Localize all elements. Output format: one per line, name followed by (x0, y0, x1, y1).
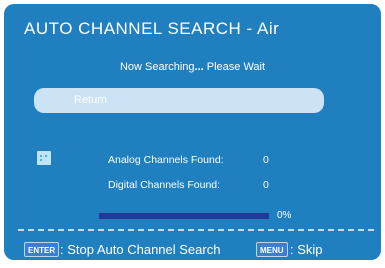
search-progress-bar (99, 213, 269, 219)
menu-key-badge[interactable]: MENU (256, 242, 288, 257)
analog-channels-count: 0 (263, 154, 269, 166)
enter-key-hint: : Stop Auto Channel Search (60, 242, 221, 257)
search-status: Now Searching... Please Wait (4, 61, 381, 73)
search-status-text: Now Searching (119, 61, 195, 73)
footer-divider (18, 229, 374, 231)
search-status-ellipsis: ... (194, 61, 204, 73)
analog-channels-label: Analog Channels Found: (108, 154, 224, 166)
menu-key-hint: : Skip (290, 242, 323, 257)
screen-title: AUTO CHANNEL SEARCH - Air (24, 19, 280, 38)
search-status-suffix: Please Wait (203, 61, 266, 73)
footer-hints: ENTER : Stop Auto Channel Search MENU : … (4, 238, 381, 260)
digital-channels-count: 0 (263, 179, 269, 191)
search-progress-fill (99, 213, 269, 219)
enter-key-badge[interactable]: ENTER (24, 242, 60, 257)
auto-channel-search-screen: AUTO CHANNEL SEARCH - Air Now Searching.… (4, 4, 381, 260)
search-progress-percent: 0% (277, 210, 292, 221)
return-button[interactable]: Return (34, 88, 324, 113)
digital-channels-label: Digital Channels Found: (108, 179, 221, 191)
status-indicator-icon (37, 151, 51, 165)
